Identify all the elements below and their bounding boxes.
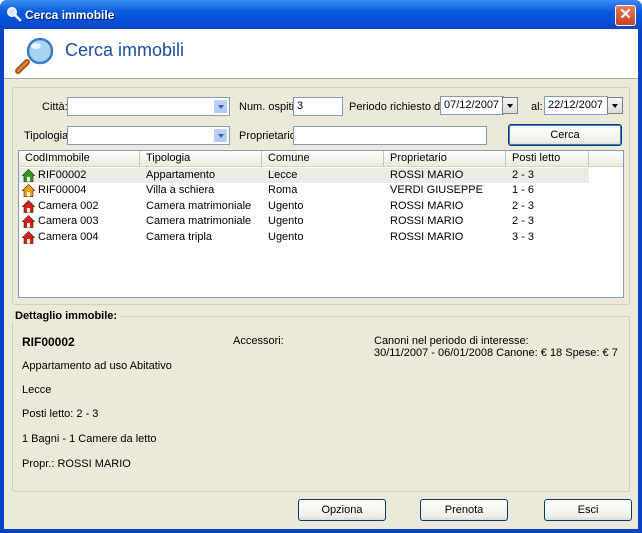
cell-tipologia: Camera matrimoniale — [146, 215, 252, 228]
cell-cod: Camera 002 — [38, 199, 99, 212]
column-header-tipologia[interactable]: Tipologia — [140, 151, 262, 167]
cell-tipologia: Camera tripla — [146, 230, 213, 243]
esci-button[interactable]: Esci — [544, 499, 632, 521]
table-row[interactable]: RIF00004 Villa a schiera Roma VERDI GIUSEPP… — [19, 183, 623, 198]
cell-proprietario: ROSSI MARIO — [390, 199, 464, 212]
cell-cod: RIF00004 — [38, 184, 87, 197]
cerca-button[interactable]: Cerca — [508, 124, 622, 146]
column-header-comune[interactable]: Comune — [262, 151, 384, 167]
cell-posti: 2 - 3 — [512, 215, 535, 228]
cell-proprietario: VERDI GIUSEPPE — [390, 184, 483, 197]
house-red-icon — [22, 230, 35, 244]
detail-posti: Posti letto: 2 - 3 — [22, 408, 99, 420]
listview-header: CodImmobile Tipologia Comune Proprietari… — [19, 151, 623, 167]
opziona-button[interactable]: Opziona — [298, 499, 386, 521]
search-magnifier-icon — [15, 37, 54, 74]
chevron-down-icon[interactable] — [213, 128, 228, 143]
dal-calendar-dropdown[interactable] — [502, 97, 518, 114]
table-row[interactable]: Camera 002 Camera matrimoniale Ugento ROSSI… — [19, 199, 623, 214]
table-row[interactable]: Camera 004 Camera tripla Ugento ROSSI MARIO… — [19, 230, 623, 245]
dal-date-field[interactable]: 07/12/2007 — [440, 96, 504, 115]
house-green-icon — [22, 169, 35, 182]
table-row[interactable]: Camera 003 Camera matrimoniale Ugento ROSSI… — [19, 214, 623, 229]
table-row[interactable]: RIF00002 Appartamento Lecce ROSSI MARIO 2 - … — [19, 168, 589, 183]
prenota-button[interactable]: Prenota — [420, 499, 508, 521]
citta-label: Città: — [42, 101, 68, 113]
canoni-title: Canoni nel periodo di interesse: — [374, 335, 529, 347]
detail-city: Lecce — [22, 384, 52, 396]
title-bar[interactable]: Cerca immobile ✕ — [0, 0, 642, 29]
tipologia-label: Tipologia: — [24, 130, 72, 142]
cell-cod: RIF00002 — [38, 169, 87, 181]
proprietario-input[interactable] — [293, 126, 487, 145]
chevron-down-icon[interactable] — [213, 99, 228, 114]
cell-comune: Ugento — [268, 215, 304, 228]
cell-proprietario: ROSSI MARIO — [390, 215, 464, 228]
detail-code: RIF00002 — [22, 335, 75, 349]
cell-posti: 2 - 3 — [512, 169, 535, 181]
cell-tipologia: Appartamento — [146, 169, 216, 181]
cell-tipologia: Villa a schiera — [146, 184, 215, 197]
house-red-icon — [22, 215, 35, 229]
column-header-proprietario[interactable]: Proprietario — [384, 151, 506, 167]
detail-owner: Propr.: ROSSI MARIO — [22, 458, 131, 470]
cell-comune: Ugento — [268, 199, 304, 212]
proprietario-label: Proprietario: — [239, 130, 299, 142]
cell-cod: Camera 004 — [38, 230, 99, 243]
cell-tipologia: Camera matrimoniale — [146, 199, 252, 212]
house-red-icon — [22, 199, 35, 213]
detail-rooms: 1 Bagni - 1 Camere da letto — [22, 433, 157, 445]
client-area: Cerca immobili Città: Num. ospiti: 3 Per… — [4, 29, 638, 529]
cell-proprietario: ROSSI MARIO — [390, 169, 464, 181]
cell-comune: Ugento — [268, 230, 304, 243]
cell-comune: Roma — [268, 184, 298, 197]
window-title: Cerca immobile — [25, 8, 115, 22]
detail-legend: Dettaglio immobile: — [12, 310, 121, 322]
cell-posti: 2 - 3 — [512, 199, 535, 212]
close-button[interactable]: ✕ — [615, 5, 636, 26]
results-listview[interactable]: CodImmobile Tipologia Comune Proprietari… — [18, 150, 624, 298]
canoni-line: 30/11/2007 - 06/01/2008 Canone: € 18 Spe… — [374, 347, 618, 359]
column-header-posti-letto[interactable]: Posti letto — [506, 151, 589, 167]
cell-posti: 3 - 3 — [512, 230, 535, 243]
cell-cod: Camera 003 — [38, 215, 99, 228]
accessori-label: Accessori: — [233, 335, 284, 347]
detail-description: Appartamento ad uso Abitativo — [22, 360, 172, 372]
tipologia-combo[interactable] — [67, 126, 230, 145]
page-title: Cerca immobili — [65, 40, 185, 60]
close-icon: ✕ — [619, 6, 632, 23]
house-orange-icon — [22, 184, 35, 198]
al-calendar-dropdown[interactable] — [607, 97, 623, 114]
citta-combo[interactable] — [67, 97, 230, 116]
al-date-field[interactable]: 22/12/2007 — [544, 96, 608, 115]
cell-proprietario: ROSSI MARIO — [390, 230, 464, 243]
ospiti-input[interactable]: 3 — [293, 97, 343, 116]
ospiti-label: Num. ospiti: — [239, 101, 298, 113]
al-label: al: — [531, 101, 543, 113]
column-header-codimmobile[interactable]: CodImmobile — [19, 151, 140, 167]
app-window: Cerca immobile ✕ Cerca immobili Città: N… — [0, 0, 642, 533]
periodo-label: Periodo richiesto dal: — [349, 101, 452, 113]
header-banner: Cerca immobili — [4, 29, 638, 79]
cell-posti: 1 - 6 — [512, 184, 535, 197]
magnifier-icon — [7, 7, 22, 22]
cell-comune: Lecce — [268, 169, 298, 181]
